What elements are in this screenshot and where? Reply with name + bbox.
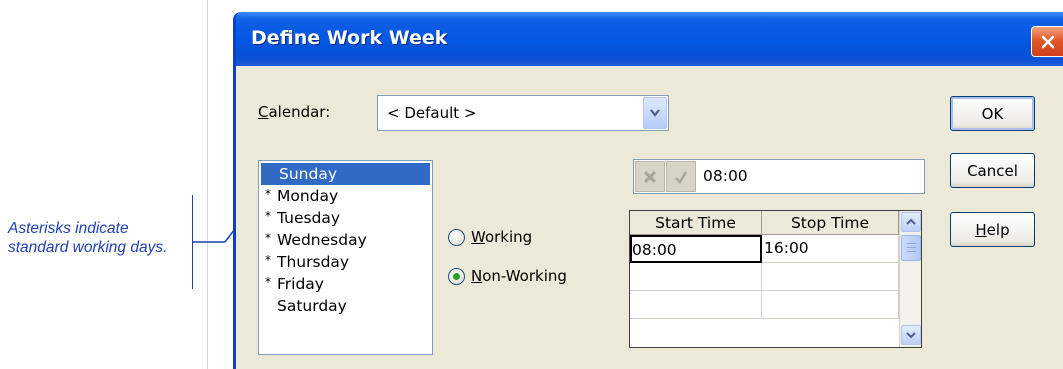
annotation-text: Asterisks indicate standard working days… bbox=[8, 220, 168, 256]
day-asterisk: * bbox=[265, 209, 271, 223]
scroll-up-button[interactable] bbox=[901, 212, 921, 232]
ok-button[interactable]: OK bbox=[950, 96, 1035, 131]
day-asterisk: * bbox=[265, 275, 271, 289]
scroll-down-button[interactable] bbox=[901, 325, 921, 345]
day-label: Sunday bbox=[279, 165, 337, 183]
day-asterisk: * bbox=[265, 187, 271, 201]
scroll-grip bbox=[907, 247, 916, 248]
time-grid: Start Time Stop Time 08:00 16:00 bbox=[629, 210, 922, 348]
nonworking-radio-circle[interactable] bbox=[448, 267, 465, 285]
grid-cell-start[interactable]: 08:00 bbox=[630, 235, 762, 263]
accept-edit-button[interactable] bbox=[666, 161, 696, 192]
working-radio-circle[interactable] bbox=[448, 228, 465, 246]
scroll-grip bbox=[907, 243, 916, 244]
day-label: Wednesday bbox=[277, 231, 367, 249]
nonworking-radio[interactable]: Non-Working bbox=[448, 267, 567, 285]
ok-button-label: OK bbox=[981, 104, 1004, 123]
cancel-button-label: Cancel bbox=[967, 161, 1018, 180]
close-icon bbox=[1041, 35, 1054, 48]
grid-cell-empty[interactable] bbox=[630, 263, 762, 291]
day-asterisk: * bbox=[265, 231, 271, 245]
dialog-client: Calendar: < Default > OK Cancel Help Sun… bbox=[236, 66, 1063, 369]
dropdown-arrow-icon bbox=[650, 109, 660, 117]
time-edit-bar: 08:00 bbox=[633, 159, 925, 194]
time-edit-input[interactable]: 08:00 bbox=[703, 167, 748, 185]
scroll-thumb[interactable] bbox=[901, 235, 921, 261]
day-label: Monday bbox=[277, 187, 339, 205]
calendar-label-text: Calendar: bbox=[258, 103, 331, 121]
cancel-button[interactable]: Cancel bbox=[950, 153, 1035, 188]
calendar-dropdown-button[interactable] bbox=[643, 97, 667, 129]
scroll-grip bbox=[907, 251, 916, 252]
working-radio[interactable]: Working bbox=[448, 228, 532, 246]
grid-cell-stop[interactable]: 16:00 bbox=[762, 235, 899, 263]
day-label: Tuesday bbox=[277, 209, 341, 227]
title-bar[interactable]: Define Work Week bbox=[236, 12, 1063, 66]
nonworking-radio-label: Non-Working bbox=[471, 267, 567, 285]
grid-cell-empty[interactable] bbox=[762, 263, 899, 291]
grid-header-start[interactable]: Start Time bbox=[630, 211, 762, 235]
day-label: Thursday bbox=[277, 253, 350, 271]
scroll-up-icon bbox=[906, 218, 916, 225]
help-button[interactable]: Help bbox=[950, 212, 1035, 247]
list-item-tuesday[interactable]: * Tuesday bbox=[259, 207, 432, 229]
check-icon bbox=[675, 170, 688, 184]
close-button[interactable] bbox=[1031, 26, 1063, 57]
grid-cell-empty[interactable] bbox=[630, 291, 762, 319]
grid-scrollbar[interactable] bbox=[899, 211, 921, 347]
day-label: Saturday bbox=[277, 297, 347, 315]
cancel-edit-button[interactable] bbox=[635, 161, 665, 192]
day-asterisk: * bbox=[265, 253, 271, 267]
list-item-saturday[interactable]: Saturday bbox=[259, 295, 432, 317]
annotation-bracket bbox=[192, 195, 193, 289]
grid-cell-empty[interactable] bbox=[762, 291, 899, 319]
list-item-monday[interactable]: * Monday bbox=[259, 185, 432, 207]
calendar-combo[interactable]: < Default > bbox=[377, 95, 669, 131]
calendar-label: Calendar: bbox=[258, 103, 330, 121]
help-button-label: Help bbox=[975, 220, 1010, 239]
grid-header-stop[interactable]: Stop Time bbox=[762, 211, 899, 235]
list-item-thursday[interactable]: * Thursday bbox=[259, 251, 432, 273]
list-item-sunday[interactable]: Sunday bbox=[261, 163, 430, 185]
day-listbox[interactable]: Sunday * Monday * Tuesday * Wednesday * Thur… bbox=[258, 160, 433, 355]
dialog-title: Define Work Week bbox=[251, 27, 448, 49]
document-divider bbox=[207, 0, 208, 369]
calendar-combo-value: < Default > bbox=[387, 104, 477, 122]
list-item-wednesday[interactable]: * Wednesday bbox=[259, 229, 432, 251]
day-label: Friday bbox=[277, 275, 324, 293]
working-radio-label: Working bbox=[471, 228, 533, 246]
cancel-x-icon bbox=[643, 170, 657, 183]
define-work-week-dialog: Define Work Week Calendar: < Default > O… bbox=[233, 12, 1063, 369]
list-item-friday[interactable]: * Friday bbox=[259, 273, 432, 295]
scroll-down-icon bbox=[906, 332, 916, 339]
